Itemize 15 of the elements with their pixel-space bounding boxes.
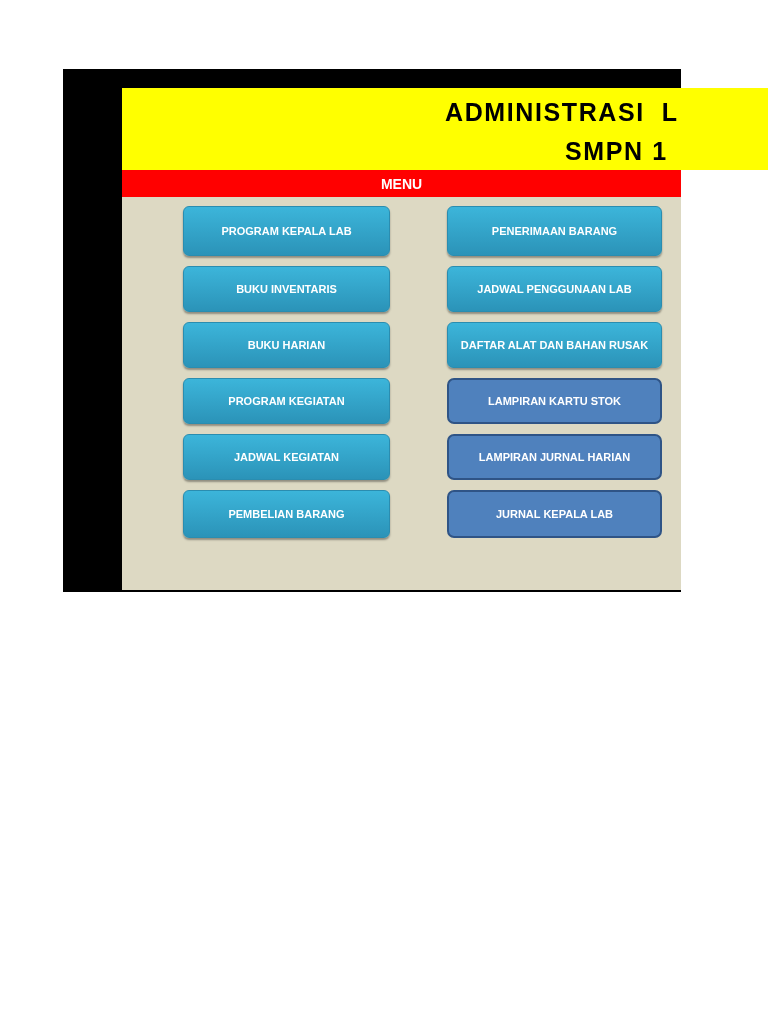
menu-button[interactable]: PEMBELIAN BARANG xyxy=(183,490,390,538)
menu-button[interactable]: PROGRAM KEPALA LAB xyxy=(183,206,390,256)
header-subtitle: SMPN 1 xyxy=(565,137,668,165)
menu-button[interactable]: JADWAL PENGGUNAAN LAB xyxy=(447,266,662,312)
menu-button[interactable]: BUKU HARIAN xyxy=(183,322,390,368)
menu-button[interactable]: JURNAL KEPALA LAB xyxy=(447,490,662,538)
menu-button[interactable]: DAFTAR ALAT DAN BAHAN RUSAK xyxy=(447,322,662,368)
header-title: ADMINISTRASI L xyxy=(445,98,679,126)
menu-button[interactable]: PROGRAM KEGIATAN xyxy=(183,378,390,424)
menu-button[interactable]: LAMPIRAN KARTU STOK xyxy=(447,378,662,424)
menu-button[interactable]: LAMPIRAN JURNAL HARIAN xyxy=(447,434,662,480)
menu-button[interactable]: PENERIMAAN BARANG xyxy=(447,206,662,256)
menu-bar-label: MENU xyxy=(380,175,423,192)
menu-button[interactable]: BUKU INVENTARIS xyxy=(183,266,390,312)
menu-button[interactable]: JADWAL KEGIATAN xyxy=(183,434,390,480)
